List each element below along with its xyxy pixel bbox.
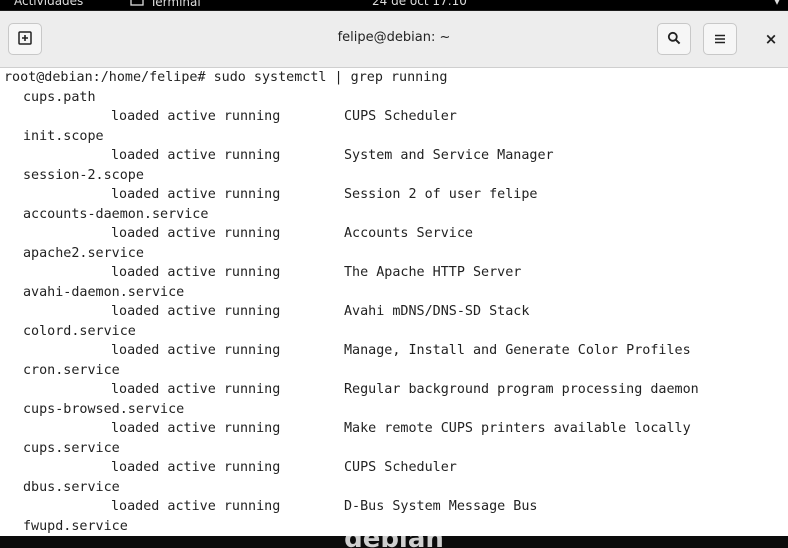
unit-name: avahi-daemon.service — [23, 284, 185, 300]
terminal-output[interactable]: root@debian:/home/felipe# sudo systemctl… — [0, 68, 788, 536]
unit-status: loaded active running — [111, 148, 281, 163]
unit-status: loaded active running — [111, 382, 281, 397]
app-menu[interactable]: Terminal — [130, 0, 201, 9]
unit-name: colord.service — [23, 323, 136, 339]
terminal-window: felipe@debian: ~ × root@debian:/home/fel… — [0, 11, 788, 536]
system-menu-icon[interactable]: ▾ — [774, 0, 780, 8]
unit-description: Manage, Install and Generate Color Profi… — [344, 343, 691, 358]
unit-name: cups.path — [23, 89, 96, 105]
unit-status: loaded active running — [111, 265, 281, 280]
unit-name: dbus.service — [23, 479, 120, 495]
unit-status: loaded active running — [111, 499, 281, 514]
desktop-background: debian — [0, 536, 788, 548]
top-bar: Actividades Terminal 24 de oct 17:10 ▾ — [0, 0, 788, 10]
unit-name: accounts-daemon.service — [23, 206, 209, 222]
header-bar: felipe@debian: ~ × — [0, 11, 788, 68]
unit-name: cups.service — [23, 440, 120, 456]
unit-status: loaded active running — [111, 187, 281, 202]
search-button[interactable] — [657, 23, 691, 55]
unit-status: loaded active running — [111, 304, 281, 319]
unit-status: loaded active running — [111, 109, 281, 124]
unit-description: Accounts Service — [344, 226, 473, 241]
unit-description: Regular background program processing da… — [344, 382, 699, 397]
unit-description: Session 2 of user felipe — [344, 187, 538, 202]
close-icon: × — [764, 30, 778, 48]
unit-name: init.scope — [23, 128, 104, 144]
unit-description: System and Service Manager — [344, 148, 554, 163]
clock[interactable]: 24 de oct 17:10 — [372, 0, 467, 8]
unit-name: cron.service — [23, 362, 120, 378]
unit-description: Make remote CUPS printers available loca… — [344, 421, 691, 436]
unit-status: loaded active running — [111, 460, 281, 475]
unit-description: The Apache HTTP Server — [344, 265, 522, 280]
unit-status: loaded active running — [111, 226, 281, 241]
unit-name: cups-browsed.service — [23, 401, 185, 417]
close-button[interactable]: × — [758, 23, 784, 55]
unit-description: CUPS Scheduler — [344, 460, 457, 475]
unit-name: apache2.service — [23, 245, 144, 261]
menu-button[interactable] — [703, 23, 737, 55]
search-icon — [667, 30, 681, 49]
unit-status: loaded active running — [111, 421, 281, 436]
debian-wordmark: debian — [0, 536, 788, 548]
unit-description: Avahi mDNS/DNS-SD Stack — [344, 304, 530, 319]
hamburger-menu-icon — [714, 30, 726, 49]
terminal-app-icon — [130, 0, 144, 9]
unit-description: CUPS Scheduler — [344, 109, 457, 124]
activities-button[interactable]: Actividades — [14, 0, 83, 8]
app-name: Terminal — [150, 0, 201, 9]
prompt-line: root@debian:/home/felipe# sudo systemctl… — [4, 70, 448, 85]
unit-status: loaded active running — [111, 343, 281, 358]
unit-name: session-2.scope — [23, 167, 144, 183]
unit-name: fwupd.service — [23, 518, 128, 534]
unit-description: D-Bus System Message Bus — [344, 499, 538, 514]
